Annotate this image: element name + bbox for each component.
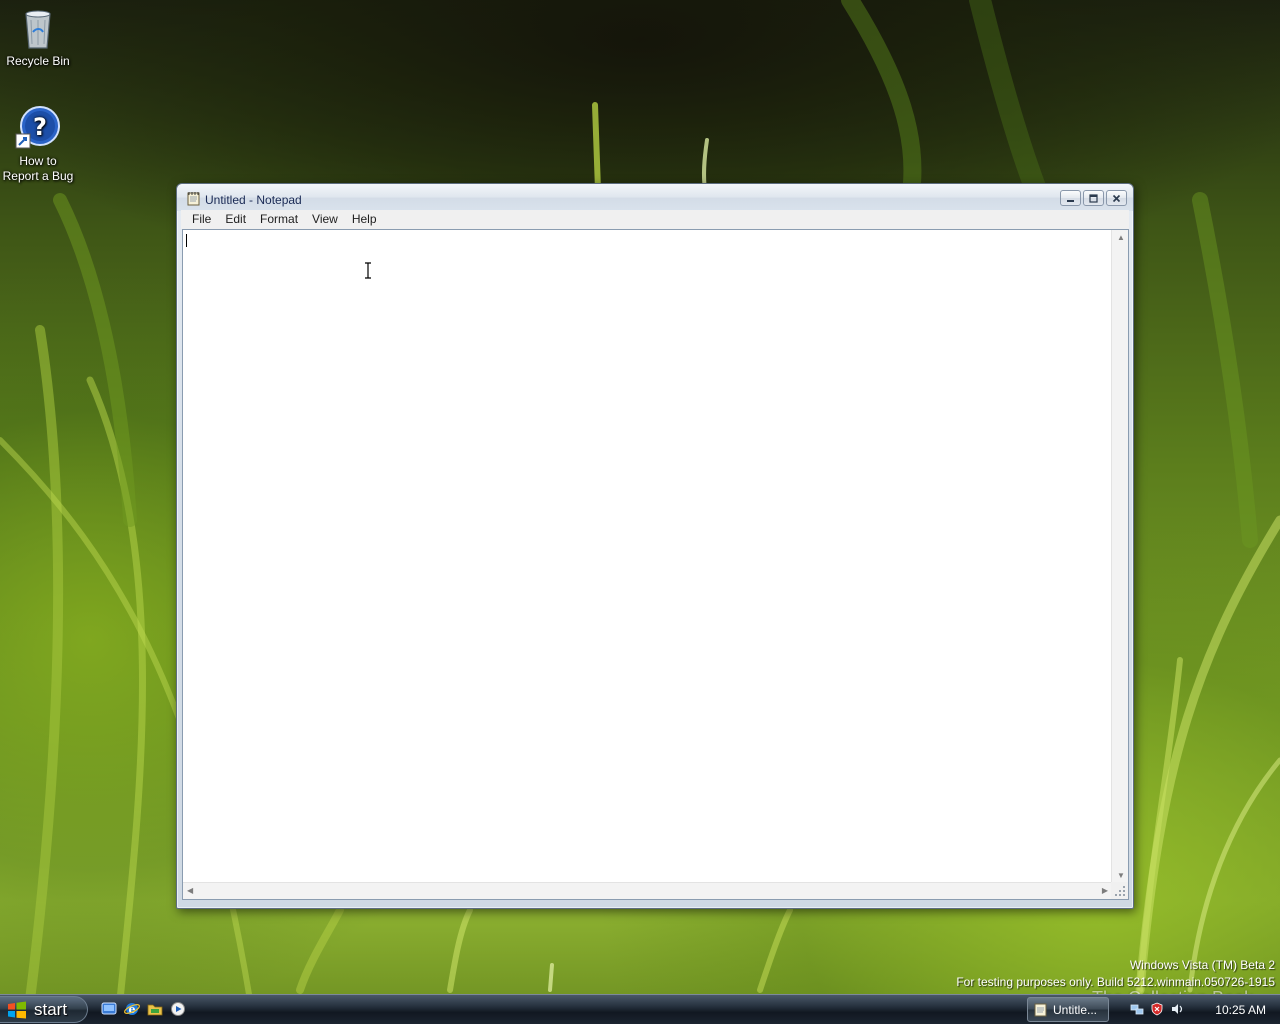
menu-view[interactable]: View bbox=[305, 210, 345, 229]
horizontal-scrollbar[interactable]: ◀ ▶ bbox=[183, 882, 1112, 899]
desktop-icon-recycle-bin[interactable]: Recycle Bin bbox=[0, 4, 76, 69]
close-button[interactable] bbox=[1106, 190, 1127, 206]
menu-format[interactable]: Format bbox=[253, 210, 305, 229]
vertical-scrollbar[interactable]: ▲ ▼ bbox=[1111, 230, 1128, 884]
notepad-window[interactable]: Untitled - Notepad File Edit Format View… bbox=[176, 183, 1134, 909]
maximize-button[interactable] bbox=[1083, 190, 1104, 206]
taskbar: start e Untitle... 10:25 AM bbox=[0, 994, 1280, 1024]
network-icon[interactable] bbox=[1130, 1002, 1144, 1016]
minimize-icon bbox=[1067, 199, 1074, 202]
size-grip[interactable] bbox=[1111, 882, 1128, 899]
quick-launch-bar: e bbox=[101, 1001, 186, 1017]
taskbar-clock[interactable]: 10:25 AM bbox=[1215, 1003, 1266, 1017]
security-shield-icon[interactable] bbox=[1150, 1002, 1164, 1016]
windows-logo-icon bbox=[8, 1001, 26, 1018]
build-watermark-title: Windows Vista (TM) Beta 2 bbox=[1129, 958, 1275, 972]
help-question-icon: ? bbox=[15, 106, 60, 149]
windows-explorer-icon[interactable] bbox=[147, 1001, 163, 1017]
svg-text:?: ? bbox=[33, 113, 47, 141]
system-tray bbox=[1130, 1002, 1184, 1016]
taskbar-button-notepad[interactable]: Untitle... bbox=[1027, 997, 1109, 1022]
taskbar-button-label: Untitle... bbox=[1053, 1002, 1098, 1017]
maximize-icon bbox=[1089, 193, 1098, 203]
recycle-bin-icon bbox=[25, 10, 51, 49]
menu-bar: File Edit Format View Help bbox=[181, 210, 1129, 229]
text-caret bbox=[186, 234, 187, 247]
recycle-bin-label: Recycle Bin bbox=[6, 54, 70, 68]
desktop-icon-report-bug[interactable]: ? How to Report a Bug bbox=[0, 104, 76, 184]
caption-buttons bbox=[1060, 190, 1127, 206]
title-bar[interactable]: Untitled - Notepad bbox=[177, 184, 1133, 211]
window-title: Untitled - Notepad bbox=[205, 193, 302, 207]
notepad-icon bbox=[1034, 1003, 1047, 1017]
close-icon bbox=[1112, 194, 1121, 202]
scroll-down-arrow-icon[interactable]: ▼ bbox=[1117, 872, 1125, 880]
scroll-up-arrow-icon[interactable]: ▲ bbox=[1117, 234, 1125, 242]
editor-frame: ▲ ▼ ◀ ▶ bbox=[182, 229, 1129, 900]
ibeam-cursor-icon bbox=[365, 262, 371, 279]
report-bug-label-line2: Report a Bug bbox=[2, 169, 74, 183]
minimize-button[interactable] bbox=[1060, 190, 1081, 206]
volume-icon[interactable] bbox=[1170, 1002, 1184, 1016]
start-button[interactable]: start bbox=[0, 996, 88, 1023]
text-editor[interactable] bbox=[183, 230, 1112, 884]
show-desktop-icon[interactable] bbox=[101, 1001, 117, 1017]
internet-explorer-icon[interactable]: e bbox=[124, 1001, 140, 1017]
notepad-icon bbox=[187, 192, 200, 206]
scroll-right-arrow-icon[interactable]: ▶ bbox=[1102, 887, 1108, 895]
start-label: start bbox=[34, 999, 68, 1019]
report-bug-label-line1: How to bbox=[19, 154, 57, 168]
scroll-left-arrow-icon[interactable]: ◀ bbox=[187, 887, 193, 895]
menu-help[interactable]: Help bbox=[345, 210, 384, 229]
resize-grip-icon bbox=[1115, 886, 1125, 896]
media-player-icon[interactable] bbox=[170, 1001, 186, 1017]
menu-edit[interactable]: Edit bbox=[218, 210, 253, 229]
build-watermark-info: For testing purposes only. Build 5212.wi… bbox=[956, 975, 1275, 989]
menu-file[interactable]: File bbox=[185, 210, 218, 229]
